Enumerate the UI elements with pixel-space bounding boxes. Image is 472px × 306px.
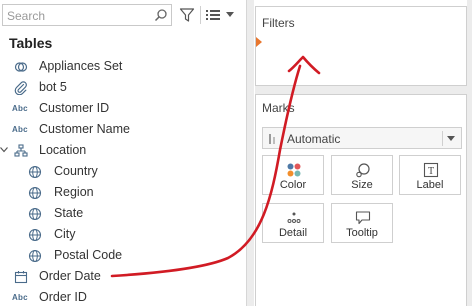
field-label: Customer ID: [39, 101, 110, 115]
size-label: Size: [351, 179, 373, 191]
field-label: Country: [54, 164, 98, 178]
mark-type-dropdown[interactable]: Automatic: [262, 127, 462, 149]
globe-icon: [28, 186, 42, 200]
globe-icon: [28, 207, 42, 221]
right-edge-band: [467, 0, 472, 306]
drop-indicator-icon: [256, 37, 262, 47]
field-country[interactable]: Country: [0, 161, 240, 182]
color-button[interactable]: Color: [262, 155, 324, 195]
mark-type-icon: [269, 134, 275, 144]
search-input[interactable]: [7, 7, 147, 24]
data-pane: Tables Appliances Set bot 5 Abc Customer…: [0, 0, 246, 306]
filters-title: Filters: [262, 16, 295, 30]
field-postal-code[interactable]: Postal Code: [0, 245, 240, 266]
label-button[interactable]: T Label: [399, 155, 461, 195]
field-region[interactable]: Region: [0, 182, 240, 203]
field-label: Order ID: [39, 290, 87, 304]
tables-heading: Tables: [9, 35, 53, 51]
filters-shelf[interactable]: Filters: [255, 6, 467, 86]
tooltip-label: Tooltip: [346, 227, 378, 239]
globe-icon: [28, 228, 42, 242]
field-location-hierarchy[interactable]: Location: [0, 140, 240, 161]
field-label: Appliances Set: [39, 59, 123, 73]
chevron-down-icon[interactable]: [226, 12, 234, 18]
chevron-down-icon[interactable]: [0, 147, 8, 153]
marks-card: Marks Automatic Color Size T Label Detai…: [255, 94, 467, 306]
field-label: City: [54, 227, 76, 241]
field-customer-id[interactable]: Abc Customer ID: [0, 98, 240, 119]
field-customer-name[interactable]: Abc Customer Name: [0, 119, 240, 140]
search-box[interactable]: [2, 4, 172, 26]
marks-title: Marks: [262, 101, 295, 115]
group-clip-icon: [14, 81, 27, 95]
search-icon[interactable]: [154, 8, 168, 22]
size-icon: [356, 163, 370, 178]
field-label: State: [54, 206, 84, 220]
search-toolbar: [0, 4, 246, 26]
tooltip-button[interactable]: Tooltip: [331, 203, 393, 243]
field-state[interactable]: State: [0, 203, 240, 224]
label-label: Label: [416, 179, 444, 191]
detail-label: Detail: [278, 227, 308, 239]
calendar-icon: [14, 271, 28, 284]
size-button[interactable]: Size: [331, 155, 393, 195]
label-icon: T: [423, 162, 439, 178]
svg-text:T: T: [428, 166, 434, 177]
dropdown-divider: [442, 131, 443, 146]
abc-string-icon: Abc: [12, 125, 28, 134]
field-label: Region: [54, 185, 94, 199]
field-label: bot 5: [39, 80, 67, 94]
hierarchy-icon: [14, 144, 28, 157]
detail-button[interactable]: Detail: [262, 203, 324, 243]
field-label: Postal Code: [54, 248, 123, 262]
set-icon: [14, 62, 28, 72]
chevron-down-icon[interactable]: [447, 136, 455, 142]
color-label: Color: [279, 179, 307, 191]
field-city[interactable]: City: [0, 224, 240, 245]
list-view-icon[interactable]: [206, 9, 220, 21]
field-bot-5[interactable]: bot 5: [0, 77, 240, 98]
field-order-date[interactable]: Order Date: [0, 266, 240, 287]
shelf-separator: [255, 86, 472, 94]
mark-type-value: Automatic: [287, 132, 341, 146]
field-order-id[interactable]: Abc Order ID: [0, 287, 240, 306]
color-dots-icon: [287, 163, 301, 177]
detail-icon: [287, 212, 301, 223]
pane-splitter[interactable]: [246, 0, 254, 306]
toolbar-divider: [200, 6, 201, 24]
abc-string-icon: Abc: [12, 293, 28, 302]
filter-funnel-icon[interactable]: [179, 7, 195, 23]
field-label: Location: [39, 143, 87, 157]
globe-icon: [28, 249, 42, 263]
field-label: Customer Name: [39, 122, 130, 136]
abc-string-icon: Abc: [12, 104, 28, 113]
globe-icon: [28, 165, 42, 179]
field-appliances-set[interactable]: Appliances Set: [0, 56, 240, 77]
tooltip-icon: [355, 211, 371, 225]
field-label: Order Date: [39, 269, 101, 283]
